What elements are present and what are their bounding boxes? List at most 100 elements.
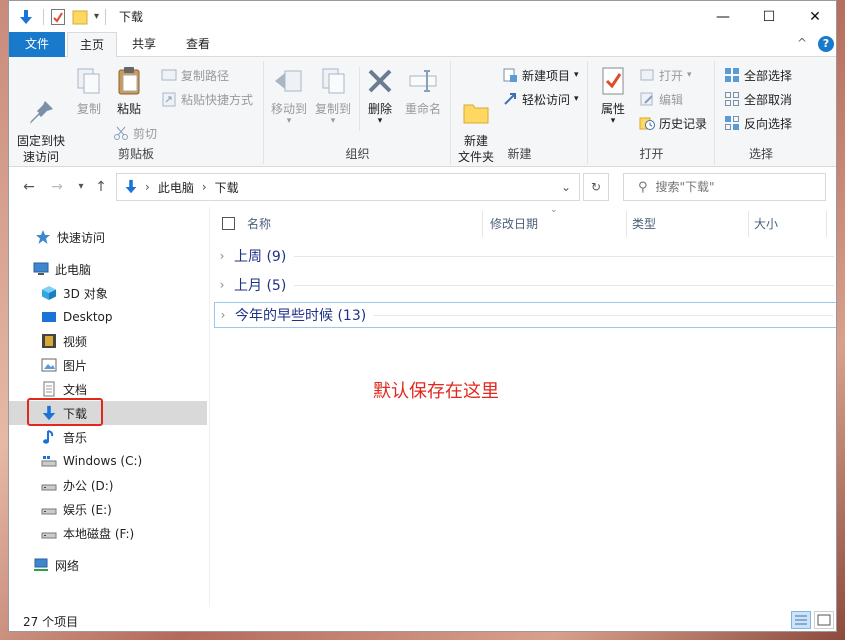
maximize-button[interactable]: ☐ bbox=[746, 1, 792, 32]
open-dropdown-icon: ▾ bbox=[687, 70, 692, 80]
paste-button[interactable]: 粘贴 bbox=[111, 65, 147, 117]
group-open: 属性 ▾ 打开 ▾ 编辑 历史记录 打开 bbox=[589, 61, 715, 164]
breadcrumb-separator-icon: › bbox=[145, 180, 150, 194]
group-label-clipboard: 剪贴板 bbox=[117, 147, 154, 161]
column-size-label: 大小 bbox=[754, 216, 779, 231]
nav-network[interactable]: 网络 bbox=[9, 553, 207, 577]
open-icon bbox=[639, 67, 655, 83]
music-icon bbox=[41, 429, 57, 445]
paste-icon bbox=[113, 65, 145, 97]
address-dropdown-icon[interactable]: ⌄ bbox=[561, 180, 571, 194]
history-label: 历史记录 bbox=[659, 116, 708, 131]
select-none-icon bbox=[724, 91, 740, 107]
copy-path-button[interactable]: 复制路径 bbox=[161, 65, 229, 85]
breadcrumb-this-pc[interactable]: 此电脑 bbox=[158, 179, 194, 196]
search-icon: ⚲ bbox=[638, 179, 648, 195]
group-organize: 移动到 ▾ 复制到 ▾ 删除 ▾ 重命名 组织 bbox=[265, 61, 451, 164]
cut-button[interactable]: 剪切 bbox=[113, 123, 157, 143]
chevron-right-icon: › bbox=[219, 278, 225, 292]
nav-this-pc[interactable]: 此电脑 bbox=[9, 257, 207, 281]
column-type-header[interactable]: 类型 bbox=[632, 207, 656, 239]
invert-selection-button[interactable]: 反向选择 bbox=[724, 113, 792, 133]
edit-button[interactable]: 编辑 bbox=[639, 89, 683, 109]
column-date-label: 修改日期 bbox=[490, 216, 539, 231]
column-name-header[interactable]: 名称 bbox=[222, 207, 271, 239]
column-date-header[interactable]: 修改日期 bbox=[490, 207, 538, 239]
nav-item-label: 娱乐 (E:) bbox=[63, 502, 112, 517]
close-button[interactable]: ✕ bbox=[792, 1, 836, 32]
move-to-button[interactable]: 移动到 ▾ bbox=[269, 65, 309, 126]
column-size-header[interactable]: 大小 bbox=[754, 207, 778, 239]
search-input[interactable] bbox=[655, 180, 816, 194]
forward-arrow-icon[interactable]: → bbox=[47, 177, 67, 197]
sort-indicator-icon: ⌄ bbox=[550, 205, 558, 215]
group-label: 今年的早些时候 (13) bbox=[235, 308, 367, 324]
new-item-label: 新建项目 bbox=[522, 68, 571, 83]
delete-label: 删除 bbox=[367, 102, 392, 116]
tab-share[interactable]: 共享 bbox=[119, 32, 169, 57]
large-icons-view-button[interactable] bbox=[814, 611, 834, 629]
copy-path-label: 复制路径 bbox=[181, 68, 230, 83]
tab-view[interactable]: 查看 bbox=[173, 32, 223, 57]
paste-shortcut-icon bbox=[161, 91, 177, 107]
open-label: 打开 bbox=[659, 68, 684, 83]
nav-item-drive-f[interactable]: 本地磁盘 (F:) bbox=[9, 521, 207, 545]
nav-item-label: 视频 bbox=[63, 334, 88, 349]
qa-dropdown-icon[interactable]: ▾ bbox=[94, 11, 99, 22]
easy-access-button[interactable]: 轻松访问 ▾ bbox=[502, 89, 579, 109]
properties-button[interactable]: 属性 ▾ bbox=[593, 65, 633, 126]
back-arrow-icon[interactable]: ← bbox=[19, 177, 39, 197]
rename-button[interactable]: 重命名 bbox=[401, 65, 445, 117]
chevron-right-icon: › bbox=[219, 249, 225, 263]
nav-item-music[interactable]: 音乐 bbox=[9, 425, 207, 449]
select-none-label: 全部取消 bbox=[744, 92, 793, 107]
breadcrumb-downloads[interactable]: 下载 bbox=[215, 179, 239, 196]
recent-locations-icon[interactable]: ▾ bbox=[71, 177, 91, 197]
move-to-label: 移动到 bbox=[270, 102, 307, 116]
folder-icon bbox=[460, 81, 492, 124]
group-last-month[interactable]: › 上月 (5) bbox=[214, 272, 836, 298]
select-none-button[interactable]: 全部取消 bbox=[724, 89, 792, 109]
select-all-label: 全部选择 bbox=[744, 68, 793, 83]
annotation-text: 默认保存在这里 bbox=[373, 381, 499, 402]
group-last-week[interactable]: › 上周 (9) bbox=[214, 243, 836, 269]
nav-item-3d-objects[interactable]: 3D 对象 bbox=[9, 281, 207, 305]
minimize-button[interactable]: — bbox=[700, 1, 746, 32]
download-arrow-icon bbox=[20, 9, 32, 24]
tab-file[interactable]: 文件 bbox=[9, 32, 65, 57]
nav-item-label: 图片 bbox=[63, 358, 88, 373]
search-box[interactable]: ⚲ bbox=[623, 173, 826, 201]
new-folder-quick-icon[interactable] bbox=[72, 8, 88, 26]
edit-icon bbox=[639, 91, 655, 107]
help-icon[interactable]: ? bbox=[818, 36, 834, 52]
nav-item-drive-d[interactable]: 办公 (D:) bbox=[9, 473, 207, 497]
nav-quick-access[interactable]: 快速访问 bbox=[9, 225, 207, 249]
group-earlier-this-year[interactable]: › 今年的早些时候 (13) bbox=[214, 302, 836, 328]
nav-item-videos[interactable]: 视频 bbox=[9, 329, 207, 353]
nav-item-desktop[interactable]: Desktop bbox=[9, 305, 207, 329]
open-button[interactable]: 打开 ▾ bbox=[639, 65, 692, 85]
nav-item-label: Desktop bbox=[63, 310, 113, 324]
nav-item-drive-c[interactable]: Windows (C:) bbox=[9, 449, 207, 473]
collapse-ribbon-icon[interactable]: ^ bbox=[797, 36, 807, 50]
breadcrumb-separator-icon: › bbox=[201, 180, 207, 194]
details-view-button[interactable] bbox=[791, 611, 811, 629]
select-all-button[interactable]: 全部选择 bbox=[724, 65, 792, 85]
tab-home[interactable]: 主页 bbox=[67, 32, 117, 58]
nav-item-drive-e[interactable]: 娱乐 (E:) bbox=[9, 497, 207, 521]
quick-access-toolbar: ▾ bbox=[17, 1, 107, 32]
group-label: 上月 (5) bbox=[234, 278, 287, 294]
address-bar[interactable]: › 此电脑 › 下载 ⌄ bbox=[116, 173, 580, 201]
up-arrow-icon[interactable]: ↑ bbox=[91, 177, 111, 197]
select-all-checkbox[interactable] bbox=[222, 216, 235, 230]
copy-to-button[interactable]: 复制到 ▾ bbox=[313, 65, 353, 126]
delete-button[interactable]: 删除 ▾ bbox=[363, 65, 397, 126]
chevron-right-icon: › bbox=[220, 308, 226, 322]
new-item-button[interactable]: 新建项目 ▾ bbox=[502, 65, 579, 85]
properties-check-icon[interactable] bbox=[50, 8, 66, 26]
nav-item-pictures[interactable]: 图片 bbox=[9, 353, 207, 377]
copy-button[interactable]: 复制 bbox=[71, 65, 107, 117]
paste-shortcut-button[interactable]: 粘贴快捷方式 bbox=[161, 89, 253, 109]
history-button[interactable]: 历史记录 bbox=[639, 113, 707, 133]
refresh-icon[interactable]: ↻ bbox=[583, 173, 609, 201]
